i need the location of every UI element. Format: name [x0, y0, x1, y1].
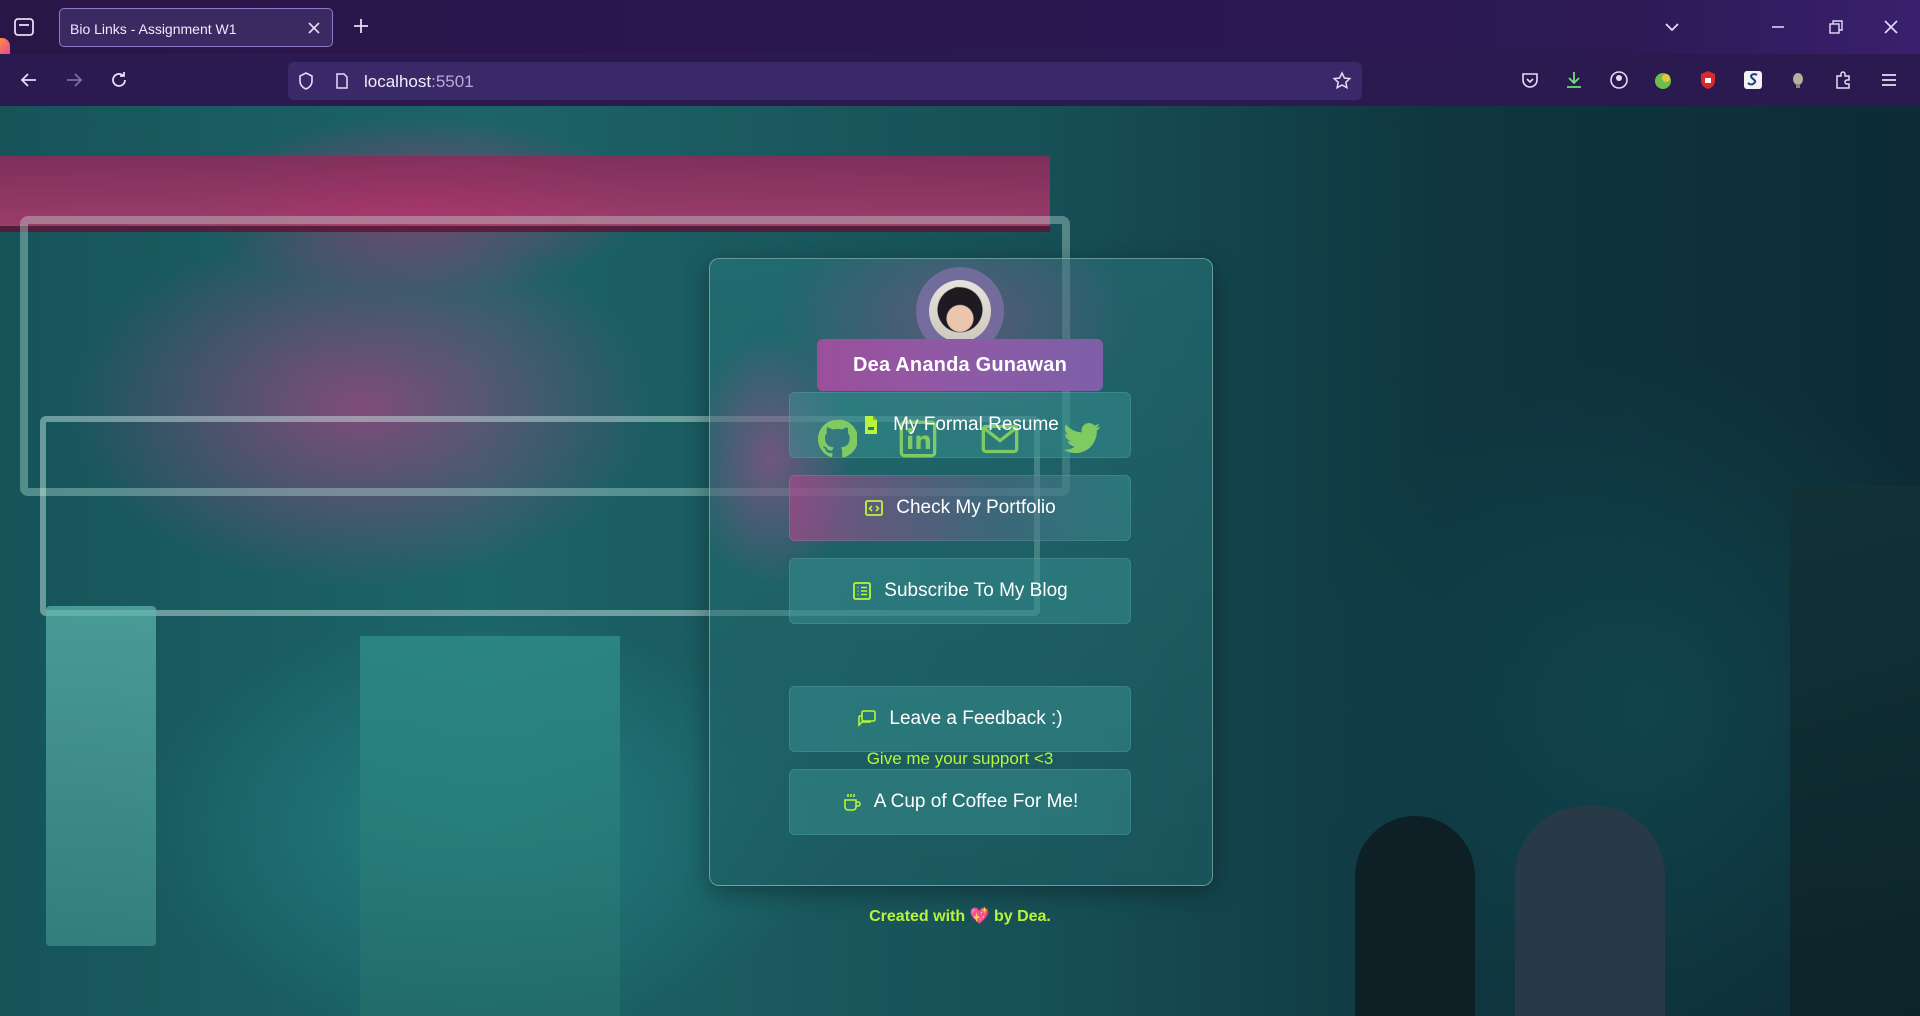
profile-name: Dea Ananda Gunawan — [852, 353, 1067, 376]
url-port: :5501 — [431, 72, 474, 91]
footer-credit: Created with 💖 by Dea. — [709, 906, 1211, 926]
background-person — [1355, 816, 1475, 1016]
background-right-sign — [1790, 486, 1920, 1016]
extension-color-icon[interactable] — [1652, 69, 1674, 91]
hamburger-menu-icon[interactable] — [1878, 69, 1900, 91]
url-host: localhost — [364, 72, 432, 91]
shield-icon[interactable] — [296, 71, 316, 91]
portfolio-link-button[interactable]: Check My Portfolio — [789, 475, 1131, 541]
background-person — [1515, 806, 1665, 1016]
heart-icon: 💖 — [969, 908, 990, 925]
close-window-icon[interactable] — [1878, 14, 1904, 40]
url-text: localhost:5501 — [364, 72, 474, 92]
code-window-icon — [865, 500, 884, 516]
blog-link-button[interactable]: Subscribe To My Blog — [789, 558, 1131, 624]
restore-icon[interactable] — [1822, 14, 1848, 40]
page-viewport: Dea Ananda Gunawan My Formal Resume Chec… — [0, 106, 1920, 1016]
corner-accent — [0, 38, 10, 54]
page-info-icon[interactable] — [334, 72, 350, 90]
account-icon[interactable] — [1608, 69, 1630, 91]
profile-name-badge: Dea Ananda Gunawan — [817, 339, 1103, 391]
close-tab-icon[interactable] — [306, 20, 322, 36]
extension-s-icon[interactable] — [1742, 69, 1764, 91]
adblock-icon[interactable] — [1697, 69, 1719, 91]
support-heading: Give me your support <3 — [866, 749, 1054, 768]
resume-link-button[interactable]: My Formal Resume — [789, 392, 1131, 458]
browser-tab-bar: Bio Links - Assignment W1 — [0, 0, 1920, 54]
reload-icon[interactable] — [108, 69, 130, 91]
list-icon — [853, 582, 872, 600]
browser-nav-bar: localhost:5501 — [0, 54, 1920, 106]
back-arrow-icon[interactable] — [18, 69, 40, 91]
minimize-icon[interactable] — [1765, 14, 1791, 40]
tab-title: Bio Links - Assignment W1 — [70, 21, 237, 37]
feedback-link-button[interactable]: Leave a Feedback :) — [789, 686, 1131, 752]
chevron-down-icon[interactable] — [1663, 18, 1681, 36]
downloads-icon[interactable] — [1563, 69, 1585, 91]
footer-suffix: by Dea. — [993, 908, 1051, 925]
new-tab-icon[interactable] — [351, 16, 371, 36]
background-door — [360, 636, 620, 1016]
avatar — [929, 280, 991, 342]
footer-prefix: Created with — [869, 908, 966, 925]
tab-list-icon[interactable] — [12, 15, 36, 39]
pocket-icon[interactable] — [1519, 69, 1541, 91]
address-bar[interactable]: localhost:5501 — [288, 62, 1362, 100]
document-icon — [865, 416, 878, 434]
coffee-link-button[interactable]: A Cup of Coffee For Me! — [789, 769, 1131, 835]
feedback-link-label: Leave a Feedback :) — [889, 708, 1063, 729]
chat-icon — [858, 710, 877, 727]
coffee-link-label: A Cup of Coffee For Me! — [873, 791, 1079, 812]
blog-link-label: Subscribe To My Blog — [884, 580, 1068, 601]
extension-bulb-icon[interactable] — [1787, 69, 1809, 91]
extensions-puzzle-icon[interactable] — [1832, 69, 1854, 91]
active-tab[interactable]: Bio Links - Assignment W1 — [59, 8, 333, 47]
bookmark-star-icon[interactable] — [1332, 71, 1352, 91]
portfolio-link-label: Check My Portfolio — [896, 497, 1056, 518]
background-utility-box — [46, 606, 156, 946]
resume-link-label: My Formal Resume — [893, 414, 1059, 435]
coffee-icon — [843, 794, 861, 811]
forward-arrow-icon[interactable] — [63, 69, 85, 91]
